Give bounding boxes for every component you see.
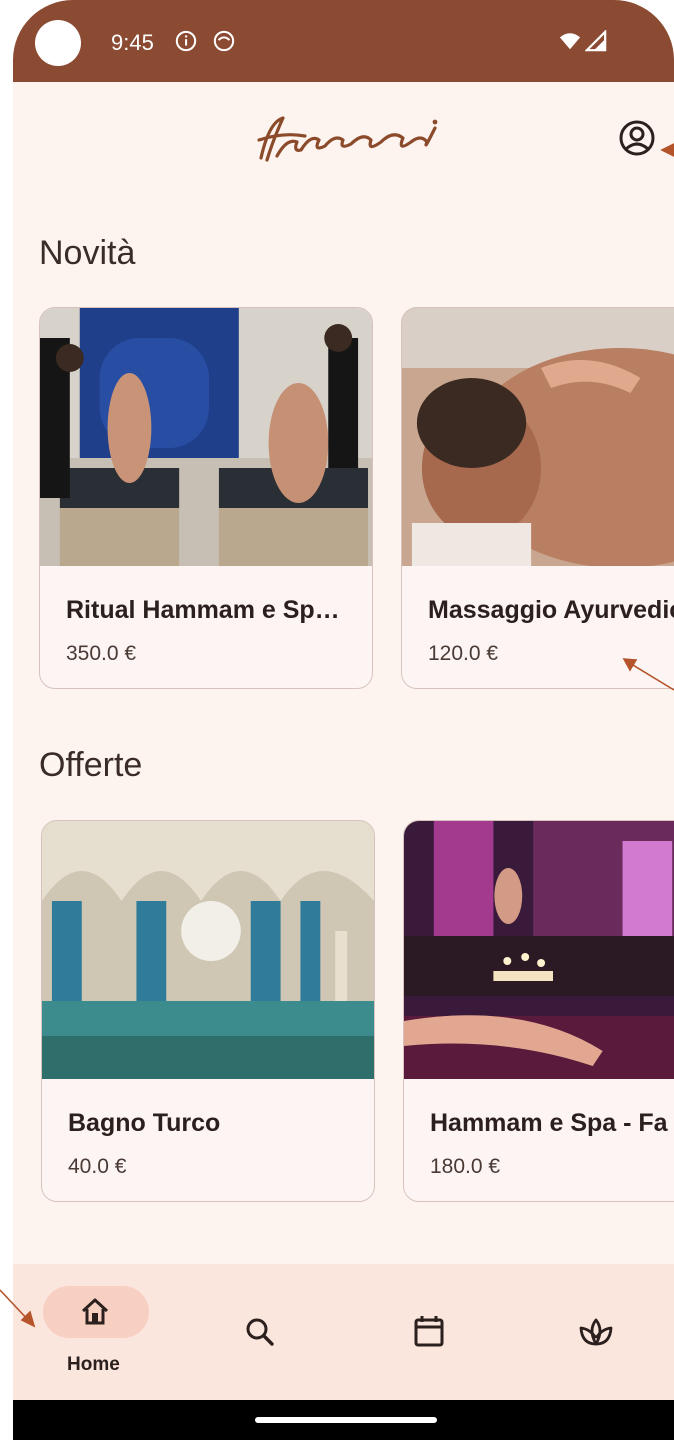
lotus-icon xyxy=(579,1318,613,1346)
hammam-spa-image xyxy=(404,821,674,1079)
signal-icon xyxy=(585,30,607,52)
notification-app-icon xyxy=(213,30,235,52)
gesture-navigation-area xyxy=(13,1400,674,1440)
massage-image xyxy=(402,308,674,566)
card-price: 180.0 € xyxy=(430,1155,501,1178)
bottom-navigation: Home xyxy=(13,1264,674,1400)
camera-cutout xyxy=(35,20,81,66)
card-title: Massaggio Ayurvedico xyxy=(428,596,674,624)
nav-item-wellness[interactable] xyxy=(508,1264,674,1400)
wifi-icon xyxy=(559,33,581,50)
card-price: 120.0 € xyxy=(428,642,499,665)
nav-item-search[interactable] xyxy=(178,1264,343,1400)
product-card[interactable]: Ritual Hammam e Sp… 350.0 € xyxy=(39,307,373,689)
card-title: Ritual Hammam e Sp… xyxy=(66,596,340,624)
nav-item-calendar[interactable] xyxy=(343,1264,508,1400)
app-screen: 9:45 Novità Ritual Hammam e Sp… 350.0 € … xyxy=(13,0,674,1440)
info-icon xyxy=(175,30,197,52)
card-title: Hammam e Spa - Fa xyxy=(430,1109,668,1137)
product-card[interactable]: Bagno Turco 40.0 € xyxy=(41,820,375,1202)
card-price: 350.0 € xyxy=(66,642,137,665)
status-bar: 9:45 xyxy=(13,0,674,82)
search-icon xyxy=(246,1318,274,1346)
profile-icon[interactable] xyxy=(617,118,657,158)
card-title: Bagno Turco xyxy=(68,1109,221,1137)
section-title-offerte: Offerte xyxy=(39,746,143,784)
turkish-bath-image xyxy=(42,821,374,1079)
nav-label-home: Home xyxy=(67,1354,120,1375)
nav-item-home[interactable]: Home xyxy=(13,1264,178,1400)
product-card[interactable]: Hammam e Spa - Fa 180.0 € xyxy=(403,820,674,1202)
calendar-icon xyxy=(414,1316,444,1347)
status-time: 9:45 xyxy=(111,30,154,55)
hammam-ritual-image xyxy=(40,308,372,566)
section-title-novita: Novità xyxy=(39,234,136,272)
hammani-logo xyxy=(257,116,438,162)
home-gesture-handle[interactable] xyxy=(255,1417,437,1423)
home-icon xyxy=(81,1298,109,1325)
product-card[interactable]: Massaggio Ayurvedico 120.0 € xyxy=(401,307,674,689)
card-price: 40.0 € xyxy=(68,1155,127,1178)
